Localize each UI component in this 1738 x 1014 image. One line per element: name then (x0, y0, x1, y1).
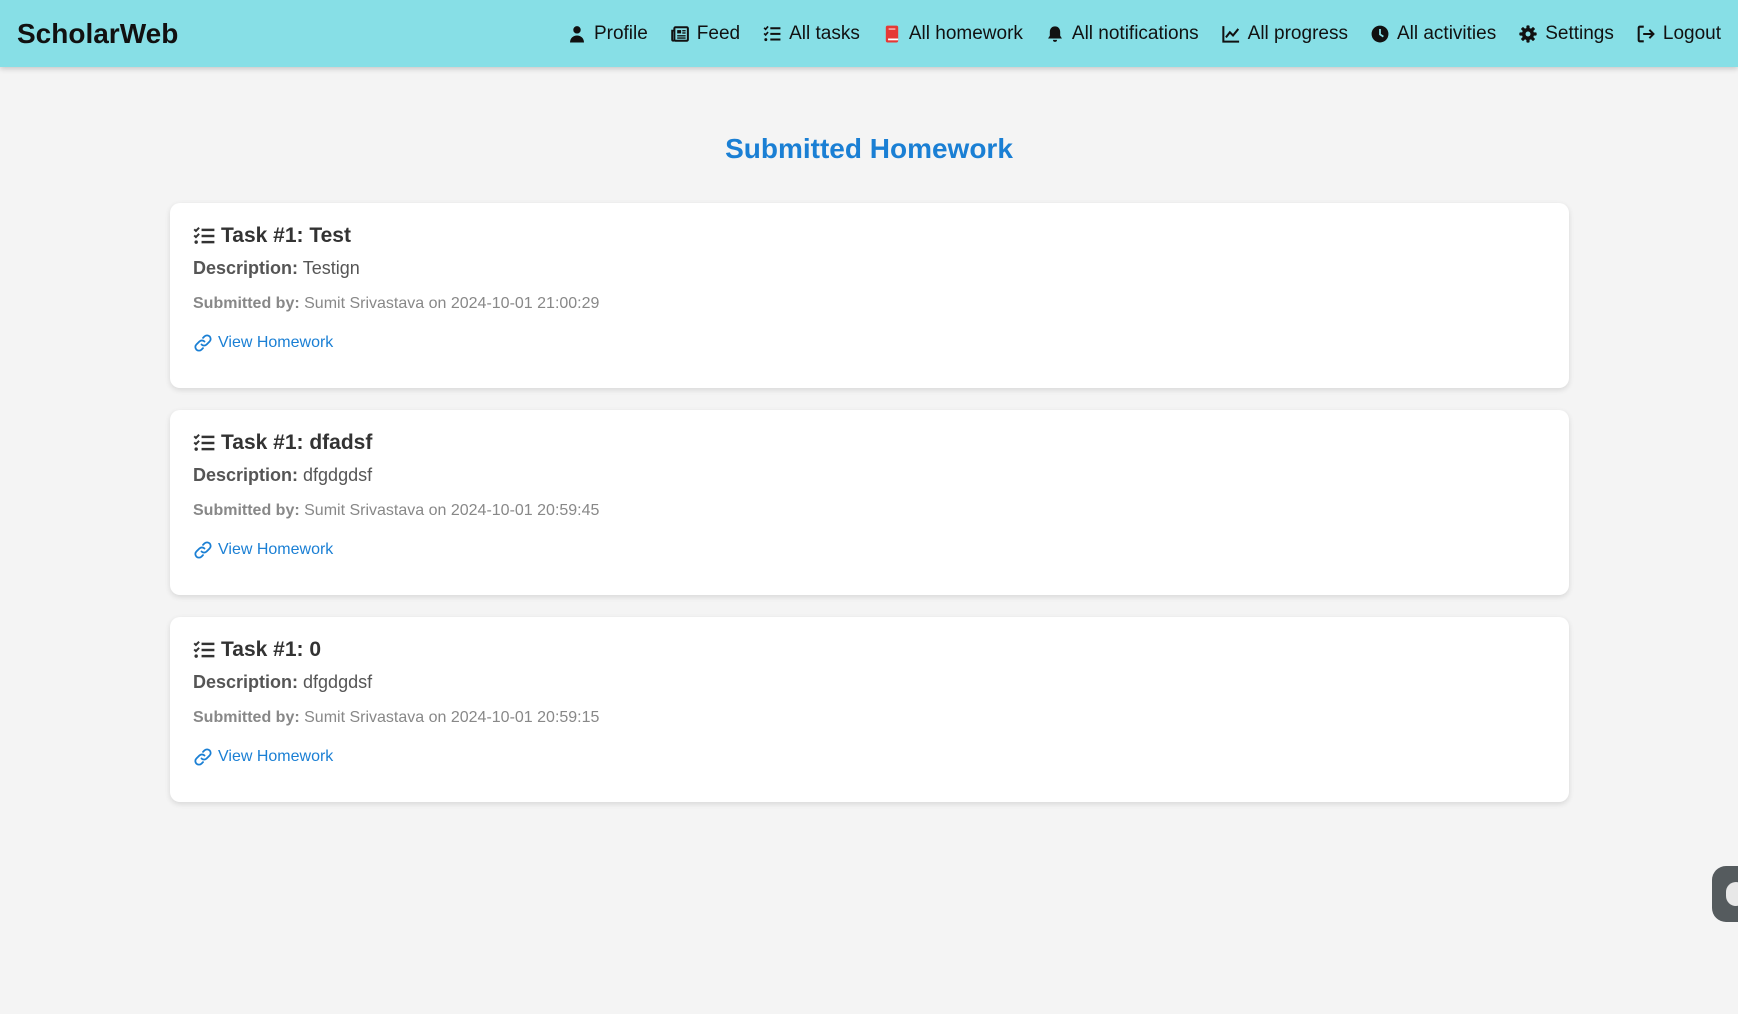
homework-title: Task #1: Test (221, 224, 351, 247)
floating-widget-tab[interactable] (1712, 866, 1738, 922)
homework-title: Task #1: dfadsf (221, 431, 373, 454)
homework-description: Description: Testign (193, 258, 1546, 279)
homework-submitted-by: Submitted by: Sumit Srivastava on 2024-1… (193, 295, 1546, 313)
homework-submitted-by: Submitted by: Sumit Srivastava on 2024-1… (193, 709, 1546, 727)
homework-description: Description: dfgdgdsf (193, 672, 1546, 693)
nav-item-label: All progress (1247, 22, 1348, 44)
submitted-by-value: Sumit Srivastava on 2024-10-01 21:00:29 (304, 295, 600, 312)
description-value: dfgdgdsf (303, 465, 373, 485)
list-check-icon (193, 226, 215, 246)
view-homework-label: View Homework (218, 334, 334, 351)
nav-item-label: All activities (1396, 22, 1497, 44)
link-icon (193, 334, 213, 352)
nav-item-all-progress[interactable]: All progress (1221, 22, 1348, 45)
nav-item-label: Settings (1545, 22, 1614, 44)
nav-item-logout[interactable]: Logout (1637, 23, 1721, 45)
homework-description: Description: dfgdgdsf (193, 465, 1546, 486)
view-homework-link[interactable]: View Homework (193, 334, 1546, 352)
homework-title: Task #1: 0 (221, 638, 322, 661)
nav-item-label: All notifications (1071, 22, 1199, 44)
homework-card: Task #1: 0 Description: dfgdgdsf Submitt… (170, 617, 1569, 802)
view-homework-link[interactable]: View Homework (193, 541, 1546, 559)
submitted-by-value: Sumit Srivastava on 2024-10-01 20:59:15 (304, 709, 600, 726)
submitted-by-label: Submitted by: (193, 295, 300, 312)
page-title: Submitted Homework (725, 133, 1013, 164)
nav-item-label: Logout (1662, 22, 1721, 44)
chart-line-icon (1221, 25, 1240, 43)
nav-links: Profile Feed All tasks All homework All (545, 23, 1721, 45)
homework-card: Task #1: Test Description: Testign Submi… (170, 203, 1569, 388)
widget-knob-icon (1726, 882, 1738, 906)
homework-card: Task #1: dfadsf Description: dfgdgdsf Su… (170, 410, 1569, 595)
view-homework-link[interactable]: View Homework (193, 748, 1546, 766)
view-homework-label: View Homework (218, 541, 334, 558)
clock-icon (1371, 25, 1389, 43)
submitted-by-label: Submitted by: (193, 502, 300, 519)
nav-item-feed[interactable]: Feed (671, 23, 740, 45)
list-check-icon (763, 25, 781, 43)
submitted-by-value: Sumit Srivastava on 2024-10-01 20:59:45 (304, 502, 600, 519)
brand-logo[interactable]: ScholarWeb (17, 18, 178, 50)
navbar: ScholarWeb Profile Feed All tasks All ho… (0, 0, 1738, 67)
nav-item-all-homework[interactable]: All homework (883, 23, 1023, 45)
book-icon (883, 25, 901, 43)
link-icon (193, 748, 213, 766)
nav-item-settings[interactable]: Settings (1519, 23, 1614, 45)
newspaper-icon (671, 25, 689, 43)
list-check-icon (193, 433, 215, 453)
nav-item-all-tasks[interactable]: All tasks (763, 23, 860, 45)
description-label: Description: (193, 258, 299, 278)
view-homework-label: View Homework (218, 748, 334, 765)
description-value: Testign (302, 258, 360, 278)
logout-icon (1637, 25, 1655, 43)
nav-item-label: All homework (908, 22, 1023, 44)
homework-card-title: Task #1: Test (193, 223, 1546, 249)
nav-item-profile[interactable]: Profile (568, 23, 648, 45)
nav-item-label: Feed (696, 22, 741, 44)
description-label: Description: (193, 465, 299, 485)
homework-card-title: Task #1: dfadsf (193, 430, 1546, 456)
homework-card-title: Task #1: 0 (193, 637, 1546, 663)
homework-list: Task #1: Test Description: Testign Submi… (170, 203, 1569, 824)
bell-icon (1046, 25, 1064, 43)
nav-item-label: All tasks (789, 22, 860, 44)
list-check-icon (193, 640, 215, 660)
nav-item-label: Profile (593, 22, 648, 44)
nav-item-all-notifications[interactable]: All notifications (1046, 23, 1199, 45)
description-label: Description: (193, 672, 299, 692)
homework-submitted-by: Submitted by: Sumit Srivastava on 2024-1… (193, 502, 1546, 520)
nav-item-all-activities[interactable]: All activities (1371, 23, 1496, 45)
user-icon (568, 25, 586, 43)
gear-icon (1519, 24, 1537, 43)
submitted-by-label: Submitted by: (193, 709, 300, 726)
description-value: dfgdgdsf (303, 672, 373, 692)
link-icon (193, 541, 213, 559)
